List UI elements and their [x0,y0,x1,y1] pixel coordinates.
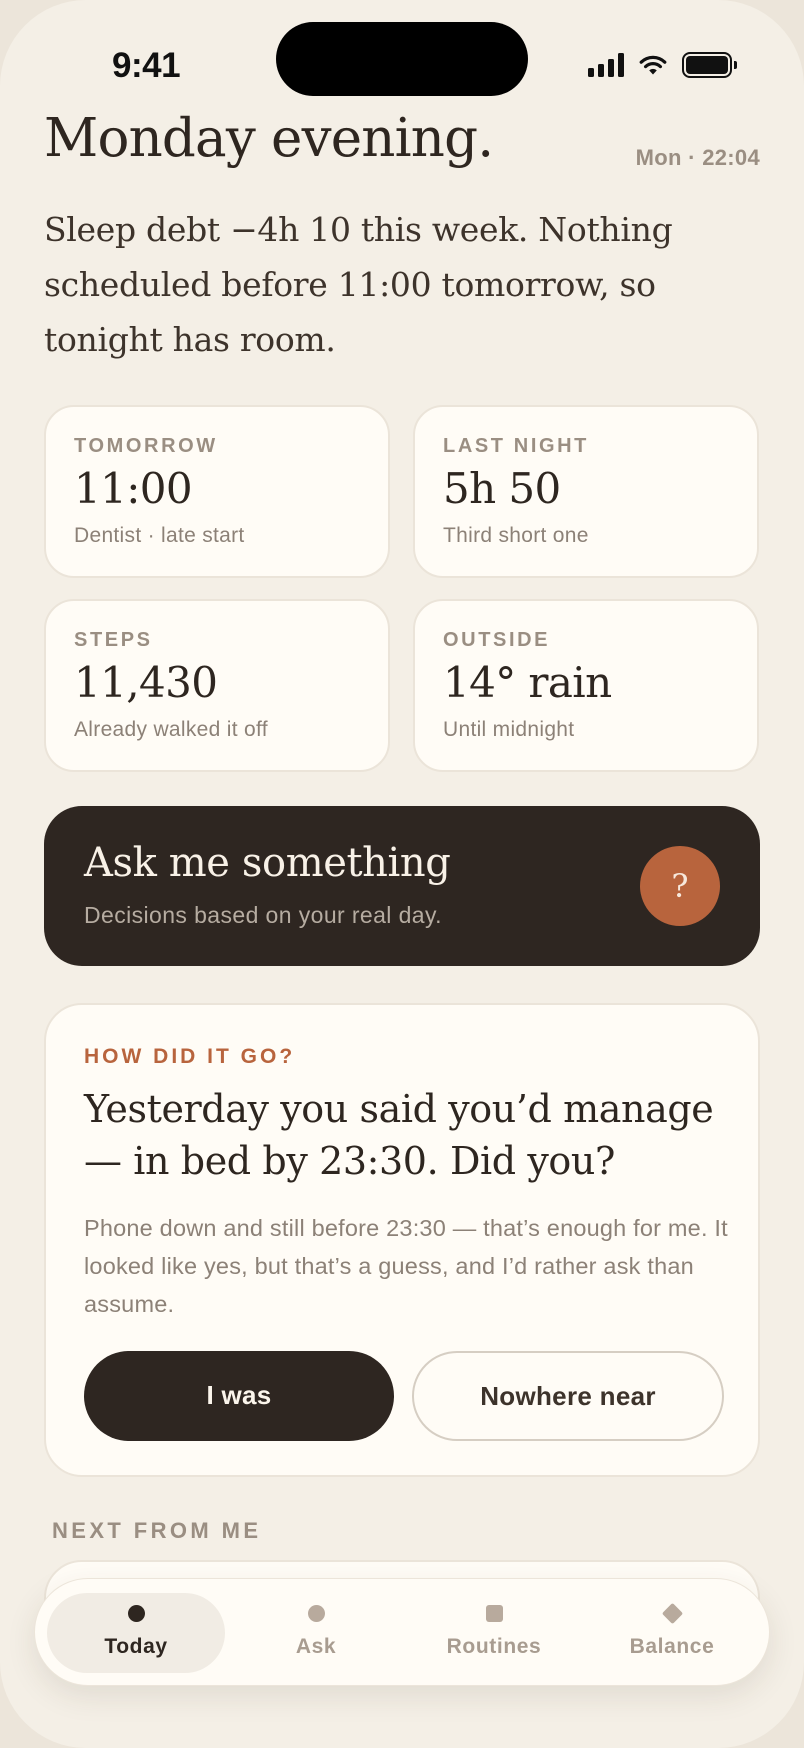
status-time: 9:41 [112,46,181,85]
stat-label: STEPS [74,629,153,651]
tab-label: Balance [629,1635,715,1658]
stat-label: OUTSIDE [443,629,551,651]
wifi-icon [639,55,667,75]
stat-note: Until midnight [443,717,575,741]
tab-balance[interactable]: Balance [583,1593,761,1673]
section-label-next: NEXT FROM ME [52,1518,262,1543]
tab-bar: Today Ask Routines Balance [34,1578,770,1686]
ask-banner[interactable]: Ask me something Decisions based on your… [44,806,760,966]
tab-label: Routines [446,1635,542,1658]
stat-card-last-night[interactable]: LAST NIGHT 5h 50 Third short one [413,405,759,578]
stat-value: 5h 50 [443,464,561,513]
battery-icon [682,52,737,78]
phone-screen: 9:41 Monday evening. Mon · 22:04 Sleep d… [0,0,804,1748]
current-datetime: Mon · 22:04 [635,145,760,170]
stat-value: 11,430 [74,658,218,707]
tab-routines[interactable]: Routines [405,1593,583,1673]
status-icons [588,52,737,78]
stat-value: 11:00 [74,464,193,513]
stat-label: LAST NIGHT [443,435,589,457]
checkin-label: HOW DID IT GO? [84,1045,296,1068]
dot-icon [307,1605,325,1622]
stat-card-outside[interactable]: OUTSIDE 14° rain Until midnight [413,599,759,772]
stat-note: Third short one [443,523,589,547]
i-was-button[interactable]: I was [84,1351,394,1441]
stat-value: 14° rain [443,658,612,707]
diamond-icon [661,1602,683,1625]
checkin-question: Yesterday you said you’d manage — in bed… [84,1087,714,1183]
ask-title: Ask me something [84,840,451,886]
dynamic-island [276,22,528,96]
tab-label: Today [104,1635,168,1658]
stat-card-steps[interactable]: STEPS 11,430 Already walked it off [44,599,390,772]
square-icon [485,1605,503,1622]
page-title: Monday evening. [44,108,494,169]
checkin-card: HOW DID IT GO? Yesterday you said you’d … [44,1003,760,1477]
checkin-body: Phone down and still before 23:30 — that… [84,1215,728,1317]
nowhere-near-button[interactable]: Nowhere near [412,1351,724,1441]
tab-today[interactable]: Today [47,1593,225,1673]
intro-summary: Sleep debt −4h 10 this week. Nothing sch… [44,210,673,359]
stat-note: Dentist · late start [74,523,245,547]
tab-label: Ask [295,1635,337,1658]
stat-card-tomorrow[interactable]: TOMORROW 11:00 Dentist · late start [44,405,390,578]
stat-note: Already walked it off [74,717,268,741]
cellular-signal-icon [588,53,624,77]
ask-subtitle: Decisions based on your real day. [84,902,442,928]
dot-icon [127,1605,145,1622]
tab-ask[interactable]: Ask [227,1593,405,1673]
stat-label: TOMORROW [74,435,218,457]
question-mark-button[interactable]: ? [640,846,720,926]
